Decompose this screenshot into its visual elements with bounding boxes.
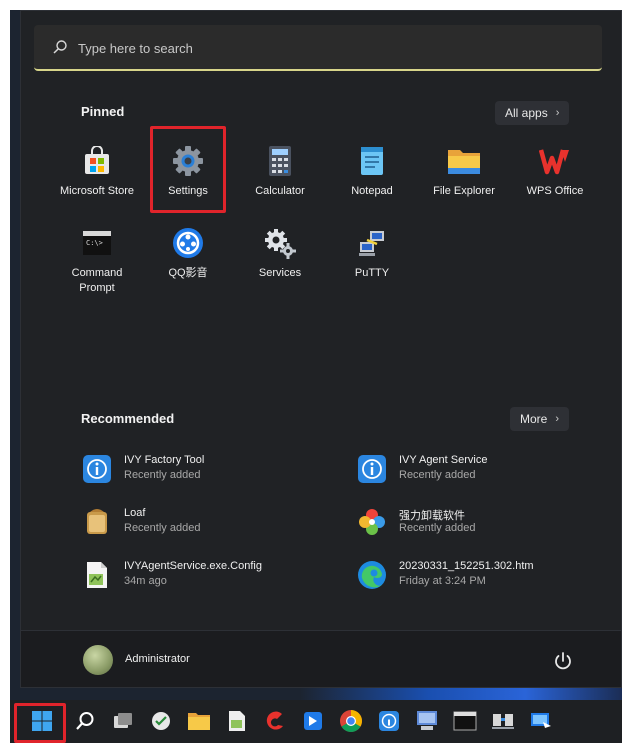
more-label: More [520,412,548,426]
chevron-right-icon: › [555,413,560,425]
edge-icon [357,560,387,590]
file-explorer-icon[interactable] [184,706,214,736]
app-file-explorer[interactable]: File Explorer [419,138,509,208]
app-label: WPS Office [526,185,584,197]
recommended-heading: Recommended [81,411,175,426]
more-button[interactable]: More › [510,407,570,431]
app-label: QQ影音 [168,267,208,279]
microsoft-store-icon [80,144,114,178]
app-putty[interactable]: PuTTY [327,220,417,290]
avatar[interactable] [83,645,113,675]
app-label: PuTTY [354,267,390,279]
recommended-item-name: 20230331_152251.302.htm [399,560,534,572]
app-calculator[interactable]: Calculator [235,138,325,208]
qq-player-icon [171,226,205,260]
app-notepad[interactable]: Notepad [327,138,417,208]
app-label: Notepad [351,185,393,197]
start-button-highlight-box [14,703,66,743]
task-view-icon[interactable] [108,706,138,736]
pinwheel-icon [357,507,387,537]
search-input[interactable] [78,38,478,58]
settings-highlight-box [150,126,226,213]
app-qq-player[interactable]: QQ影音 [143,220,233,290]
pinned-heading: Pinned [81,104,125,119]
search-box[interactable] [34,25,602,71]
recommended-item[interactable]: IVY Agent Service Recently added [357,452,597,492]
recommended-item[interactable]: 强力卸载软件 Recently added [357,505,597,545]
info-app-icon [357,454,387,484]
chrome-icon[interactable] [336,706,366,736]
search-icon[interactable] [70,706,100,736]
device-manager-icon[interactable] [412,706,442,736]
recommended-item-name: Loaf [124,507,146,519]
notepad-icon[interactable] [222,706,252,736]
red-app-icon[interactable] [260,706,290,736]
app-label: Command Prompt [71,267,123,294]
chevron-right-icon: › [555,107,560,119]
services-gears-icon [263,226,297,260]
all-apps-label: All apps [505,106,548,120]
terminal-icon[interactable] [450,706,480,736]
command-prompt-icon: C:\> [80,226,114,260]
remote-icon[interactable] [526,706,556,736]
search-icon [53,40,67,54]
wps-office-icon [538,144,572,178]
recommended-item-subtitle: Friday at 3:24 PM [399,575,486,587]
info-app-icon [82,454,112,484]
recommended-item-name: IVY Factory Tool [124,454,205,466]
calculator-icon [263,144,297,178]
taskbar [10,700,622,743]
app-label: Services [258,267,302,279]
config-file-icon [82,560,112,590]
recommended-item[interactable]: IVY Factory Tool Recently added [82,452,322,492]
blue-app-icon[interactable] [298,706,328,736]
start-menu-footer: Administrator [21,630,621,687]
recommended-item-name: IVY Agent Service [399,454,488,466]
recommended-item-subtitle: Recently added [124,522,201,534]
app-command-prompt[interactable]: C:\> Command Prompt [52,220,142,300]
app-wps-office[interactable]: WPS Office [510,138,600,208]
recommended-item[interactable]: 20230331_152251.302.htm Friday at 3:24 P… [357,558,597,598]
user-name[interactable]: Administrator [125,653,190,665]
app-label: Microsoft Store [60,185,134,197]
recommended-item-subtitle: Recently added [124,469,201,481]
chat-icon[interactable] [146,706,176,736]
recommended-item[interactable]: Loaf Recently added [82,505,322,545]
recommended-item-name: 强力卸载软件 [399,510,465,522]
notepad-icon [355,144,389,178]
power-icon[interactable] [551,649,575,673]
recommended-item-subtitle: Recently added [399,522,476,534]
app-services[interactable]: Services [235,220,325,290]
folder-icon [447,144,481,178]
app-label: Calculator [255,185,305,197]
putty-icon [355,226,389,260]
app-label: File Explorer [433,185,495,197]
recommended-item[interactable]: IVYAgentService.exe.Config 34m ago [82,558,322,598]
recommended-item-name: IVYAgentService.exe.Config [124,560,262,572]
app-microsoft-store[interactable]: Microsoft Store [52,138,142,208]
network-icon[interactable] [488,706,518,736]
recommended-item-subtitle: Recently added [399,469,476,481]
svg-text:C:\>: C:\> [86,239,103,247]
info-app-icon[interactable] [374,706,404,736]
recommended-item-subtitle: 34m ago [124,575,167,587]
all-apps-button[interactable]: All apps › [495,101,570,125]
loaf-icon [82,507,112,537]
